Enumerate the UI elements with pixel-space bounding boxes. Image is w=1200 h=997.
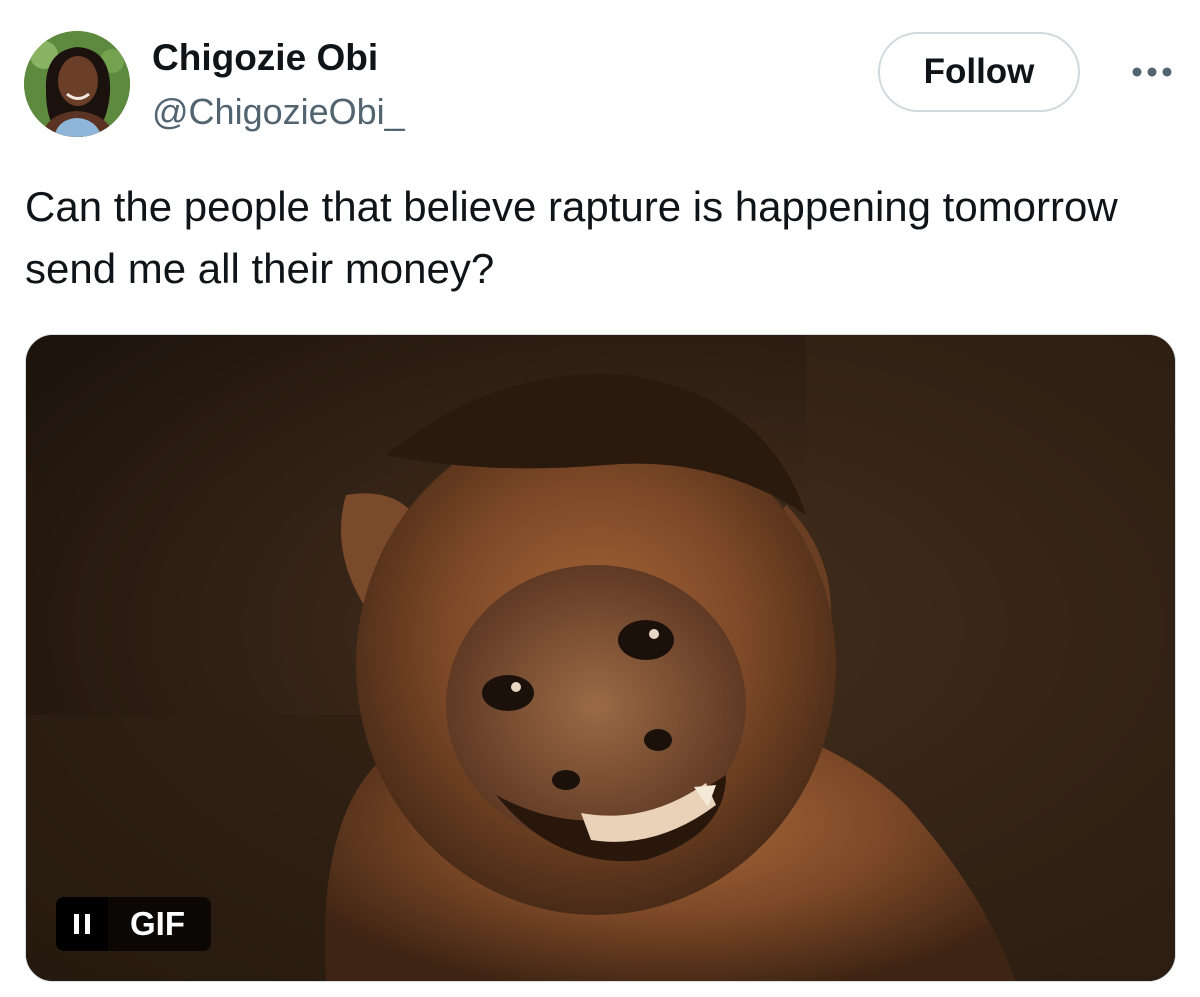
tweet-text: Can the people that believe rapture is h… — [25, 183, 1118, 292]
gif-label: GIF — [108, 897, 211, 951]
avatar-image — [24, 31, 130, 137]
pause-icon — [74, 914, 90, 934]
pause-button[interactable] — [56, 897, 108, 951]
author-handle[interactable]: @ChigozieObi_ — [152, 88, 405, 136]
tweet-media-gif[interactable]: GIF — [25, 334, 1176, 982]
follow-button[interactable]: Follow — [878, 32, 1080, 112]
author-name[interactable]: Chigozie Obi — [152, 34, 378, 82]
gif-badge: GIF — [56, 897, 211, 951]
more-horizontal-icon — [1132, 67, 1172, 77]
author-avatar[interactable] — [24, 31, 130, 137]
gif-frame-image — [26, 335, 1175, 981]
more-options-button[interactable] — [1126, 52, 1178, 92]
